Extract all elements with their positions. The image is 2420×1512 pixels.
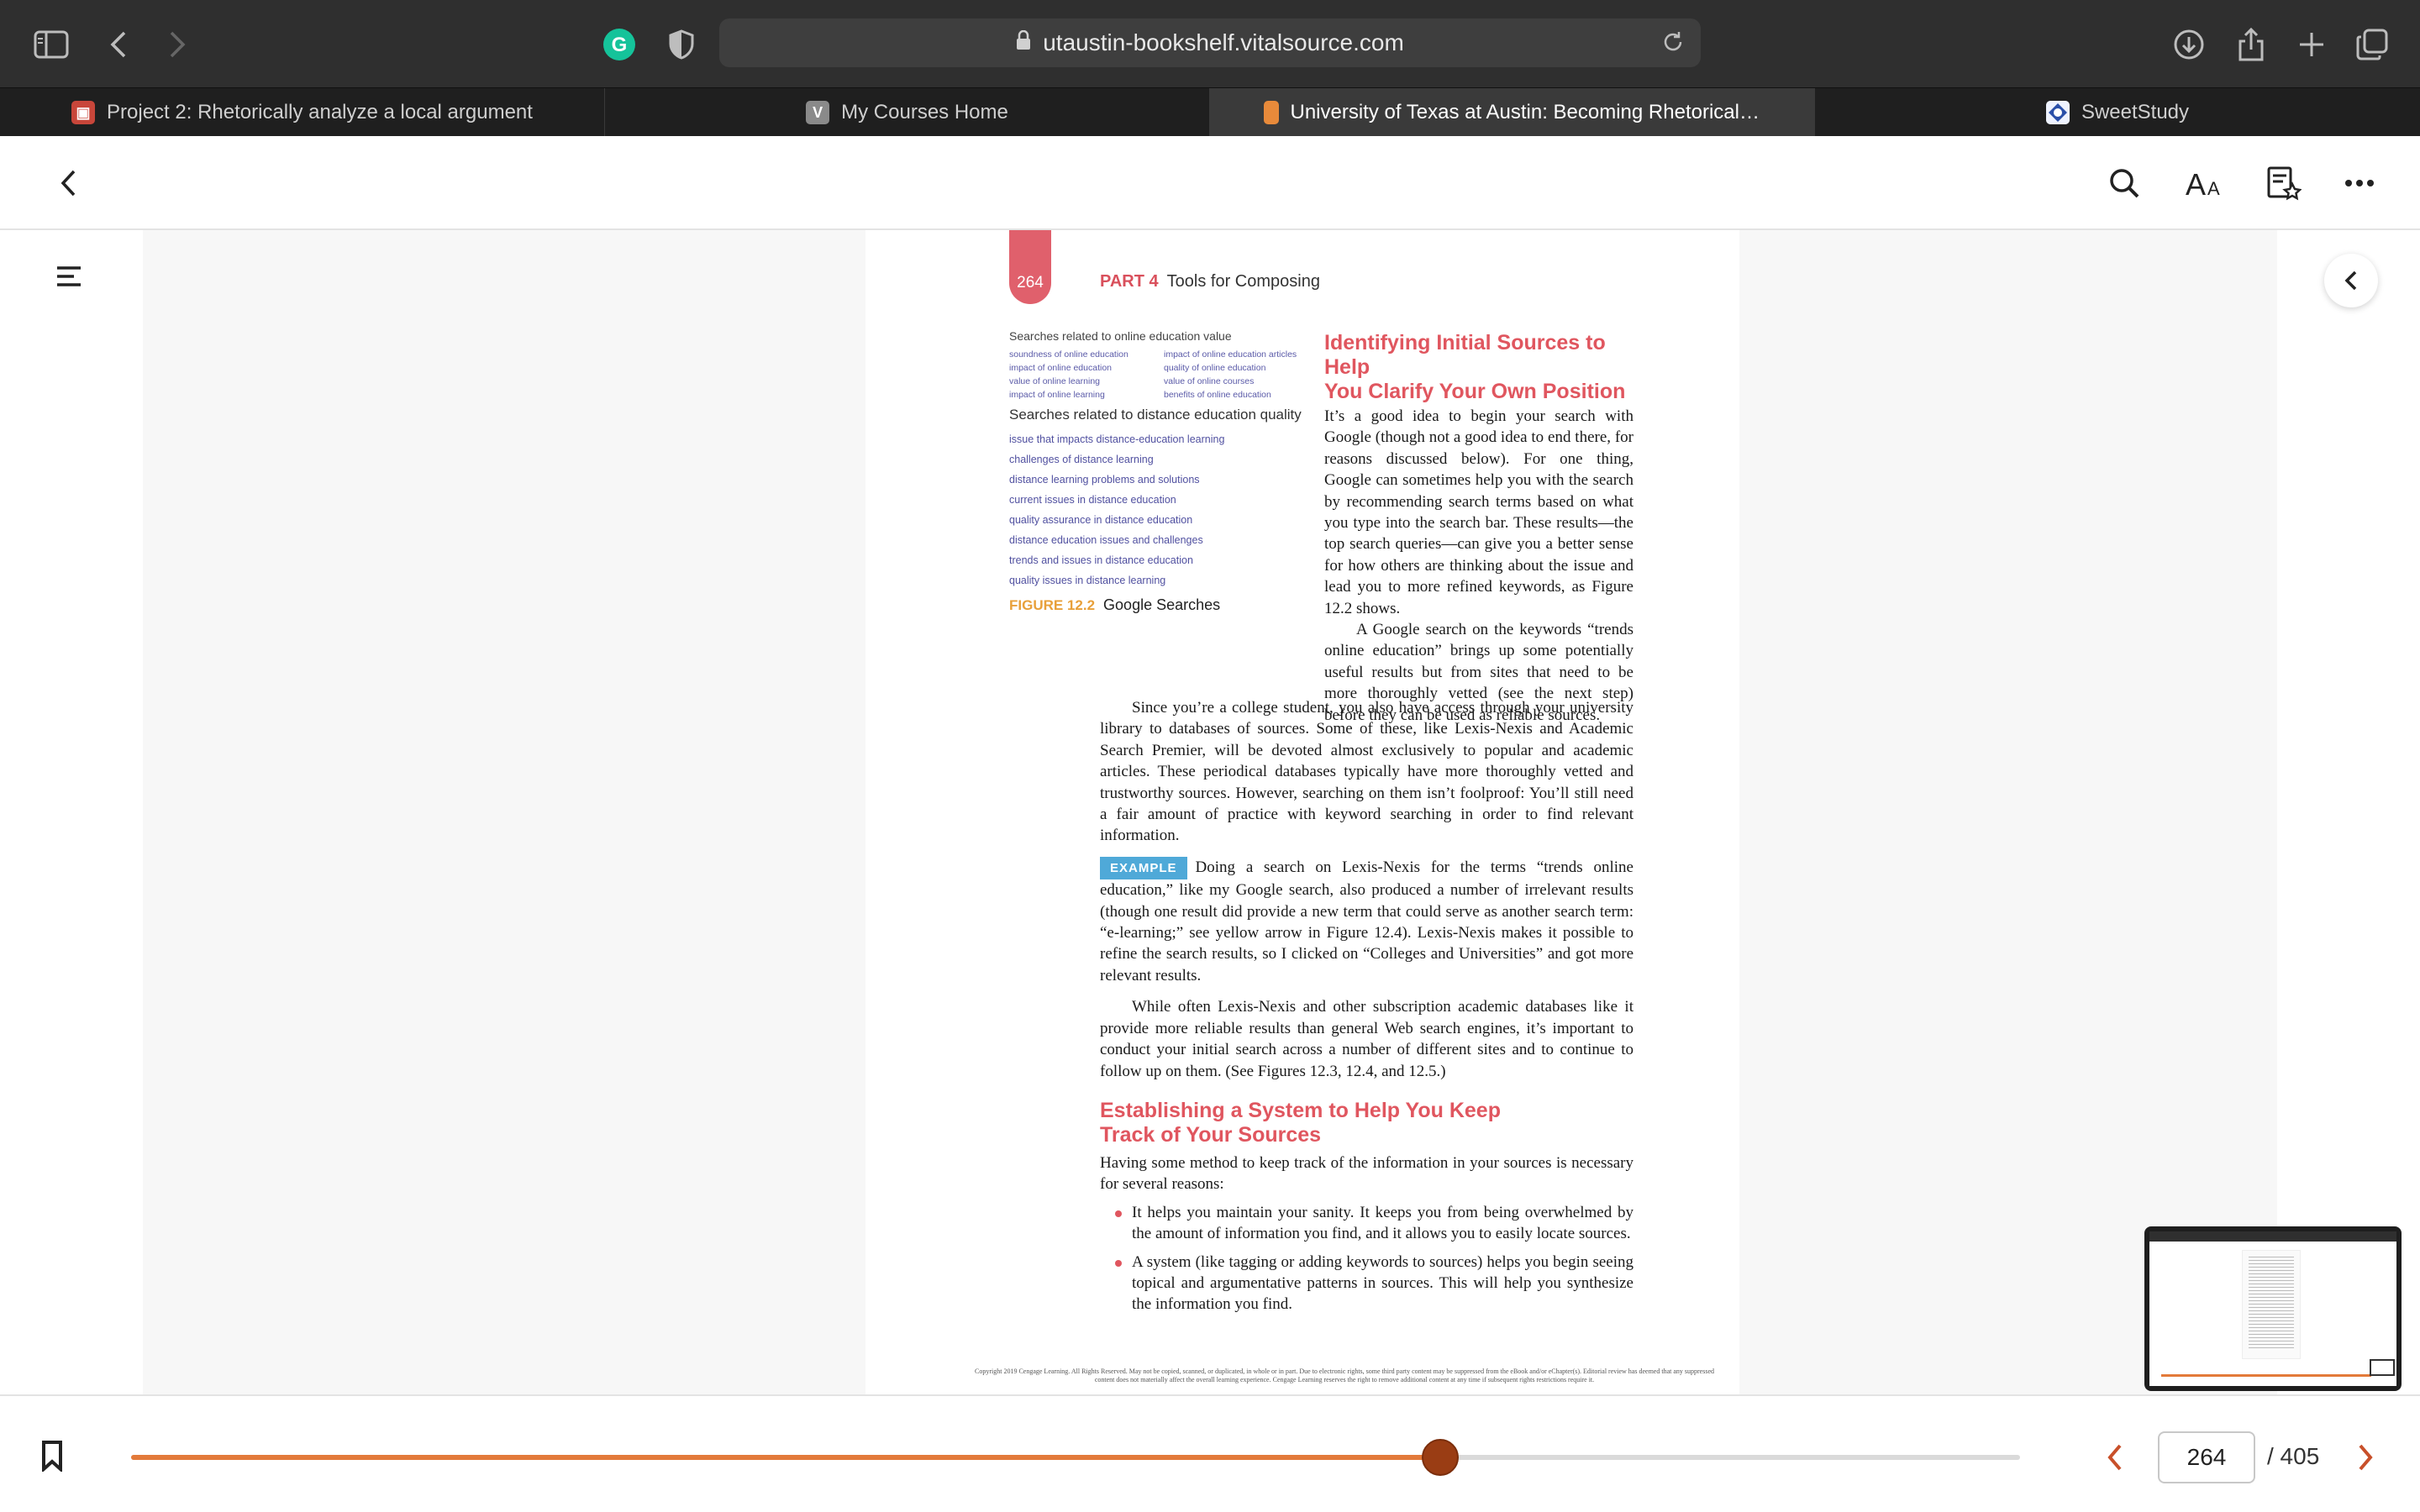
previous-page-icon[interactable] [2096, 1438, 2134, 1477]
page-progress-slider[interactable] [131, 1439, 2020, 1476]
canvas-favicon-icon: ▣ [71, 101, 96, 124]
progress-fill [131, 1455, 1440, 1460]
figure-heading-2: Searches related to distance education q… [1009, 407, 1302, 423]
progress-knob[interactable] [1421, 1439, 1459, 1476]
back-icon[interactable] [99, 25, 138, 64]
tab-label: My Courses Home [841, 101, 1008, 123]
heading-line: Establishing a System to Help You Keep [1100, 1098, 1501, 1122]
vitalsource-favicon-icon [1263, 101, 1279, 124]
notes-highlights-icon[interactable] [2260, 160, 2307, 207]
tab-bar: ▣ Project 2: Rhetorically analyze a loca… [0, 87, 2420, 137]
reader-back-icon[interactable] [45, 160, 92, 207]
tab-project-2[interactable]: ▣ Project 2: Rhetorically analyze a loca… [0, 88, 605, 137]
main-column: Since you’re a college student, you also… [1100, 697, 1634, 1315]
search-suggestion: impact of online education [1009, 363, 1112, 373]
search-suggestion: distance education issues and challenges [1009, 534, 1203, 546]
search-suggestion: quality of online education [1164, 363, 1266, 373]
tab-label: University of Texas at Austin: Becoming … [1290, 101, 1761, 123]
copyright-notice: Copyright 2019 Cengage Learning. All Rig… [975, 1368, 1714, 1383]
section-heading-2: Establishing a System to Help You Keep T… [1100, 1099, 1634, 1147]
downloads-icon[interactable] [2170, 25, 2208, 64]
page-thumbnail-preview[interactable] [2144, 1226, 2402, 1391]
figure-number: FIGURE 12.2 [1009, 597, 1096, 613]
heading-line: Identifying Initial Sources to Help [1324, 331, 1606, 379]
book-page: 264 PART 4 Tools for Composing Searches r… [865, 230, 1739, 1394]
figure-search-list: issue that impacts distance-education le… [1009, 433, 1312, 586]
next-page-icon[interactable] [2346, 1438, 2385, 1477]
share-icon[interactable] [2232, 25, 2270, 64]
new-tab-icon[interactable] [2292, 25, 2331, 64]
running-part: PART 4 [1100, 272, 1159, 291]
search-suggestion: benefits of online education [1164, 390, 1271, 400]
address-bar[interactable]: utaustin-bookshelf.vitalsource.com [719, 18, 1701, 67]
figure-heading-1: Searches related to online education val… [1009, 329, 1232, 343]
right-column: Identifying Initial Sources to Help You … [1324, 331, 1634, 726]
text-size-icon[interactable]: AA [2181, 160, 2228, 207]
tab-my-courses-home[interactable]: V My Courses Home [605, 88, 1210, 137]
reader-body: 264 PART 4 Tools for Composing Searches r… [0, 230, 2420, 1394]
example-tag: EXAMPLE [1100, 856, 1187, 880]
page-viewport: 264 PART 4 Tools for Composing Searches r… [143, 230, 2277, 1394]
left-gutter [0, 230, 143, 1394]
browser-toolbar: G utaustin-bookshelf.vitalsource.com [0, 0, 2420, 87]
tab-label: SweetStudy [2081, 101, 2190, 123]
reader-footer: / 405 [0, 1394, 2420, 1512]
figure-caption-text: Google Searches [1103, 596, 1221, 613]
heading-line: You Clarify Your Own Position [1324, 380, 1626, 403]
tab-sweetstudy[interactable]: SweetStudy [1815, 88, 2420, 137]
example-paragraph: EXAMPLE Doing a search on Lexis-Nexis for… [1100, 856, 1634, 986]
bullet-item: It helps you maintain your sanity. It ke… [1100, 1202, 1634, 1245]
bookmark-icon[interactable] [40, 1440, 64, 1476]
url-text: utaustin-bookshelf.vitalsource.com [1043, 29, 1404, 55]
search-suggestion: value of online courses [1164, 376, 1255, 386]
privacy-shield-icon[interactable] [662, 25, 701, 64]
tab-vitalsource-book[interactable]: University of Texas at Austin: Becoming … [1210, 88, 1815, 137]
tab-overview-icon[interactable] [2353, 25, 2391, 64]
reader-header: AA [0, 136, 2420, 230]
v-favicon-icon: V [806, 101, 830, 124]
figure-caption: FIGURE 12.2 Google Searches [1009, 596, 1312, 614]
more-options-icon[interactable] [2336, 160, 2383, 207]
reload-icon[interactable] [1660, 29, 1686, 60]
search-suggestion: quality assurance in distance education [1009, 514, 1193, 526]
sidebar-toggle-icon[interactable] [32, 25, 71, 64]
search-suggestion: value of online learning [1009, 376, 1100, 386]
page-number-tab: 264 [1009, 230, 1051, 304]
search-suggestion: trends and issues in distance education [1009, 554, 1193, 566]
search-icon[interactable] [2101, 160, 2148, 207]
search-suggestion: soundness of online education [1009, 349, 1128, 360]
search-suggestion: issue that impacts distance-education le… [1009, 433, 1225, 445]
search-suggestion: impact of online education articles [1164, 349, 1297, 360]
figure-search-grid: soundness of online education impact of … [1009, 349, 1312, 400]
paragraph-6: Having some method to keep track of the … [1100, 1153, 1634, 1194]
search-suggestion: current issues in distance education [1009, 494, 1176, 506]
right-gutter [2277, 230, 2420, 1394]
search-suggestion: impact of online learning [1009, 390, 1105, 400]
table-of-contents-menu-icon[interactable] [55, 264, 92, 301]
running-header: PART 4 Tools for Composing [1100, 272, 1320, 291]
paragraph-1: It’s a good idea to begin your search wi… [1324, 407, 1634, 617]
page-number-input[interactable] [2158, 1431, 2255, 1483]
paragraph-5: While often Lexis-Nexis and other subscr… [1100, 998, 1634, 1080]
forward-icon[interactable] [158, 25, 197, 64]
total-pages: / 405 [2267, 1443, 2320, 1469]
running-title: Tools for Composing [1166, 272, 1320, 291]
paragraph-3: Since you’re a college student, you also… [1100, 699, 1634, 845]
svg-text:A: A [2186, 168, 2206, 198]
lock-icon [1016, 29, 1031, 56]
heading-line: Track of Your Sources [1100, 1122, 1322, 1147]
sweetstudy-favicon-icon [2045, 101, 2070, 124]
svg-text:G: G [612, 34, 628, 56]
search-suggestion: distance learning problems and solutions [1009, 474, 1200, 486]
collapse-panel-button[interactable] [2324, 254, 2378, 307]
search-suggestion: challenges of distance learning [1009, 454, 1154, 465]
search-suggestion: quality issues in distance learning [1009, 575, 1166, 586]
bullet-item: A system (like tagging or adding keyword… [1100, 1252, 1634, 1315]
section-heading-1: Identifying Initial Sources to Help You … [1324, 331, 1634, 404]
tab-label: Project 2: Rhetorically analyze a local … [107, 101, 533, 123]
thumbnail-image [2149, 1231, 2396, 1386]
figure-google-searches: Searches related to online education val… [1009, 329, 1312, 614]
grammarly-extension-icon[interactable]: G [600, 25, 639, 64]
svg-text:A: A [2207, 178, 2220, 198]
